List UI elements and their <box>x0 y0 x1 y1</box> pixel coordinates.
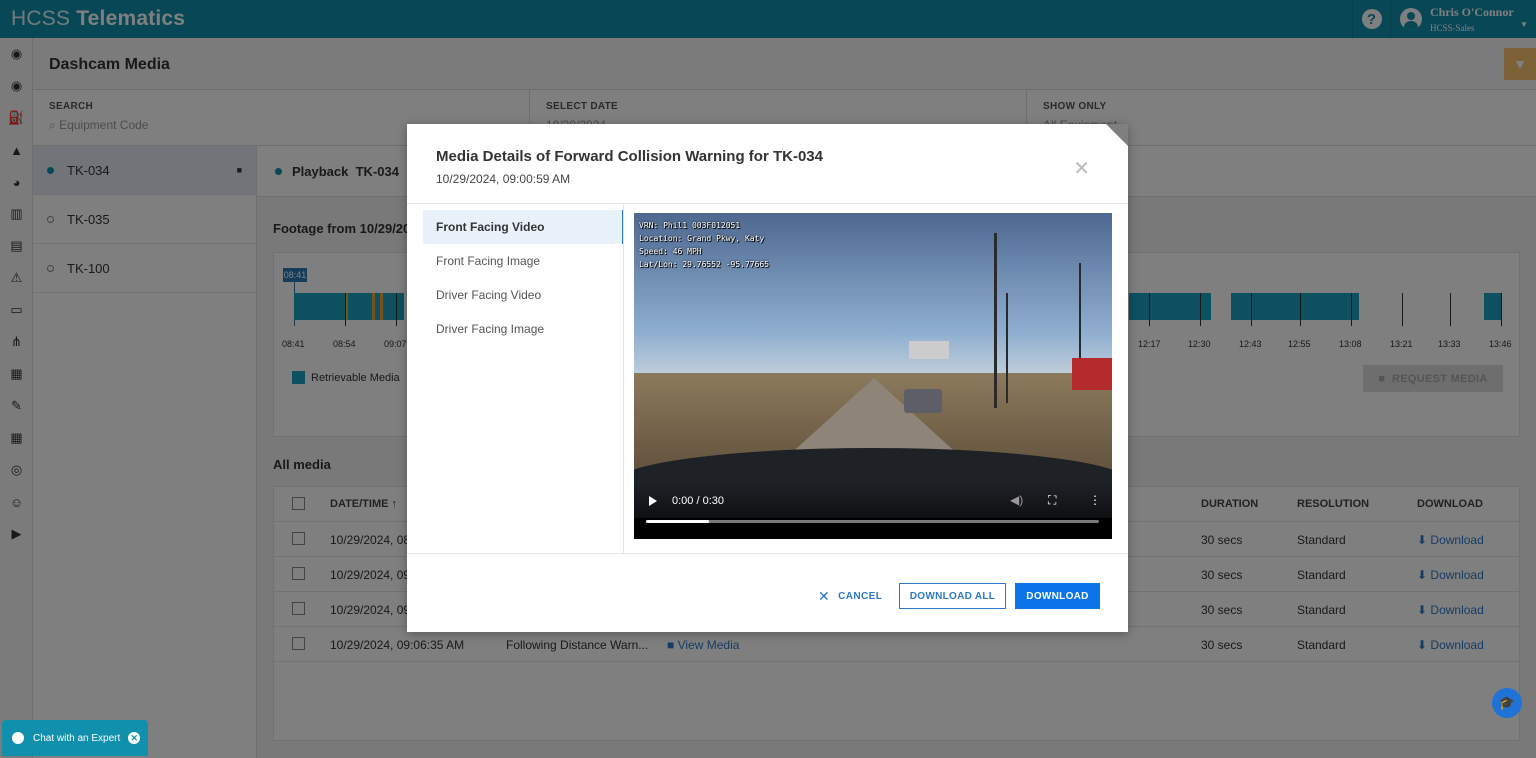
chat-bubble-icon <box>12 732 24 744</box>
play-icon[interactable] <box>649 496 657 506</box>
video-player[interactable]: VRN: Phil1 003F012051 Location: Grand Pk… <box>634 213 1112 539</box>
modal-corner <box>1106 124 1128 146</box>
tab-front-facing-video[interactable]: Front Facing Video <box>423 210 624 244</box>
fullscreen-icon[interactable]: ⛶ <box>1048 493 1056 508</box>
close-icon[interactable]: ✕ <box>1073 156 1090 181</box>
red-building <box>1072 358 1112 390</box>
video-controls: 0:00 / 0:30 ◀) ⛶ ⋮ <box>634 483 1112 539</box>
osd-line: Speed: 46 MPH <box>639 247 702 256</box>
more-icon[interactable]: ⋮ <box>1089 493 1101 507</box>
tab-driver-facing-video[interactable]: Driver Facing Video <box>423 278 624 312</box>
close-icon[interactable]: ✕ <box>128 732 141 744</box>
cancel-button[interactable]: ✕ CANCEL <box>818 585 882 607</box>
modal-subtitle: 10/29/2024, 09:00:59 AM <box>436 172 571 186</box>
download-button[interactable]: DOWNLOAD <box>1015 583 1100 609</box>
tab-driver-facing-image[interactable]: Driver Facing Image <box>423 312 624 346</box>
osd-line: Lat/Lon: 29.76552 -95.77665 <box>639 260 770 269</box>
car <box>904 389 942 413</box>
video-progress-fill <box>646 520 710 523</box>
cancel-label: CANCEL <box>838 590 883 602</box>
divider <box>623 204 624 553</box>
osd-line: Location: Grand Pkwy, Katy <box>639 234 765 243</box>
graduation-cap-icon[interactable]: 🎓 <box>1492 688 1522 718</box>
chat-label: Chat with an Expert <box>33 732 121 744</box>
media-details-modal: Media Details of Forward Collision Warni… <box>407 124 1128 632</box>
billboard <box>909 341 949 359</box>
modal-title: Media Details of Forward Collision Warni… <box>436 148 823 165</box>
utility-pole <box>1006 293 1008 403</box>
divider <box>407 203 1128 204</box>
close-icon: ✕ <box>818 587 831 604</box>
video-progress[interactable] <box>646 520 1099 523</box>
divider <box>407 553 1128 554</box>
tab-front-facing-image[interactable]: Front Facing Image <box>423 244 624 278</box>
video-osd: VRN: Phil1 003F012051 Location: Grand Pk… <box>639 219 769 271</box>
download-all-button[interactable]: DOWNLOAD ALL <box>899 583 1006 609</box>
utility-pole <box>994 233 997 408</box>
chat-widget[interactable]: Chat with an Expert ✕ <box>2 720 148 756</box>
video-time: 0:00 / 0:30 <box>672 495 724 507</box>
osd-line: VRN: Phil1 003F012051 <box>639 221 741 230</box>
volume-icon[interactable]: ◀) <box>1010 493 1023 507</box>
media-tabs: Front Facing Video Front Facing Image Dr… <box>423 210 624 346</box>
